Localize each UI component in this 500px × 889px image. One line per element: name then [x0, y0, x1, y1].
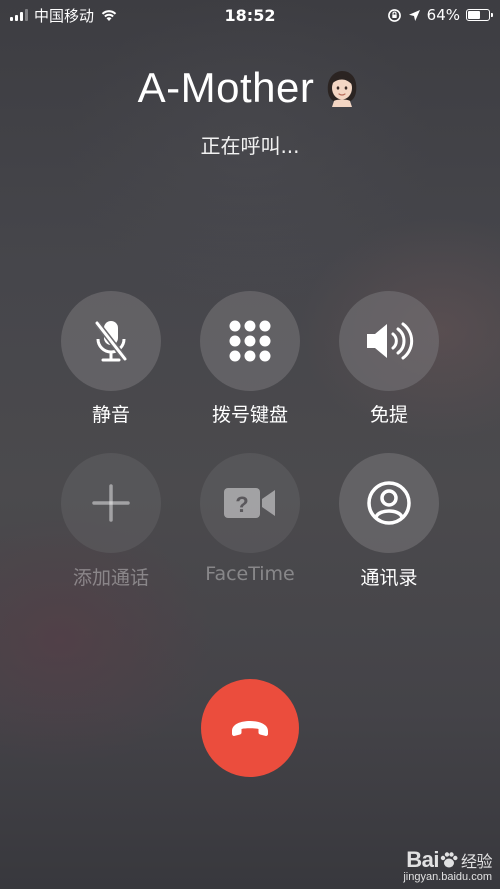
contacts-icon	[367, 481, 411, 525]
mute-button[interactable]	[61, 291, 161, 391]
location-arrow-icon	[408, 9, 420, 21]
watermark-url: jingyan.baidu.com	[403, 871, 492, 883]
facetime-video-icon: ?	[224, 488, 275, 518]
speaker-button[interactable]	[339, 291, 439, 391]
status-bar-right: 64%	[320, 6, 493, 24]
baidu-watermark: Bai 经验 jingyan.baidu.com	[403, 847, 492, 883]
battery-percent: 64%	[426, 6, 460, 24]
contacts-label: 通讯录	[360, 567, 418, 589]
watermark-brand: Bai 经验	[403, 847, 492, 873]
facetime-label: FaceTime	[205, 563, 295, 585]
keypad-icon	[229, 320, 271, 362]
keypad-label: 拨号键盘	[211, 404, 288, 426]
cellular-signal-icon	[10, 9, 28, 21]
battery-fill	[468, 11, 481, 19]
status-bar: 中国移动 18:52 64%	[0, 0, 500, 30]
call-screen: 中国移动 18:52 64% A-Mother 正在呼叫... 静音 拨号键盘 …	[0, 0, 500, 889]
carrier-name: 中国移动	[34, 6, 95, 25]
mute-microphone-icon	[94, 321, 128, 362]
contacts-button[interactable]	[339, 453, 439, 553]
add-call-button[interactable]	[61, 453, 161, 553]
status-time: 18:52	[224, 5, 276, 25]
speaker-label: 免提	[369, 404, 408, 426]
svg-text:?: ?	[235, 492, 248, 517]
add-call-label: 添加通话	[72, 567, 149, 589]
keypad-button[interactable]	[200, 291, 300, 391]
speaker-icon	[367, 322, 414, 360]
caller-name-row: A-Mother	[0, 64, 500, 112]
woman-emoji-icon	[328, 71, 357, 107]
battery-icon	[466, 9, 493, 21]
end-call-button[interactable]	[201, 679, 299, 777]
orientation-lock-icon	[387, 8, 401, 22]
wifi-icon	[101, 10, 117, 21]
mute-label: 静音	[91, 404, 130, 426]
watermark-brand-text: Bai	[406, 847, 439, 872]
caller-name: A-Mother	[137, 64, 315, 111]
paw-icon	[440, 852, 458, 868]
watermark-suffix: 经验	[460, 854, 493, 871]
plus-icon	[92, 484, 130, 522]
end-call-phone-icon	[232, 721, 268, 736]
status-bar-left: 中国移动	[10, 5, 180, 26]
facetime-button[interactable]: ?	[200, 453, 300, 553]
call-status: 正在呼叫...	[200, 134, 300, 158]
